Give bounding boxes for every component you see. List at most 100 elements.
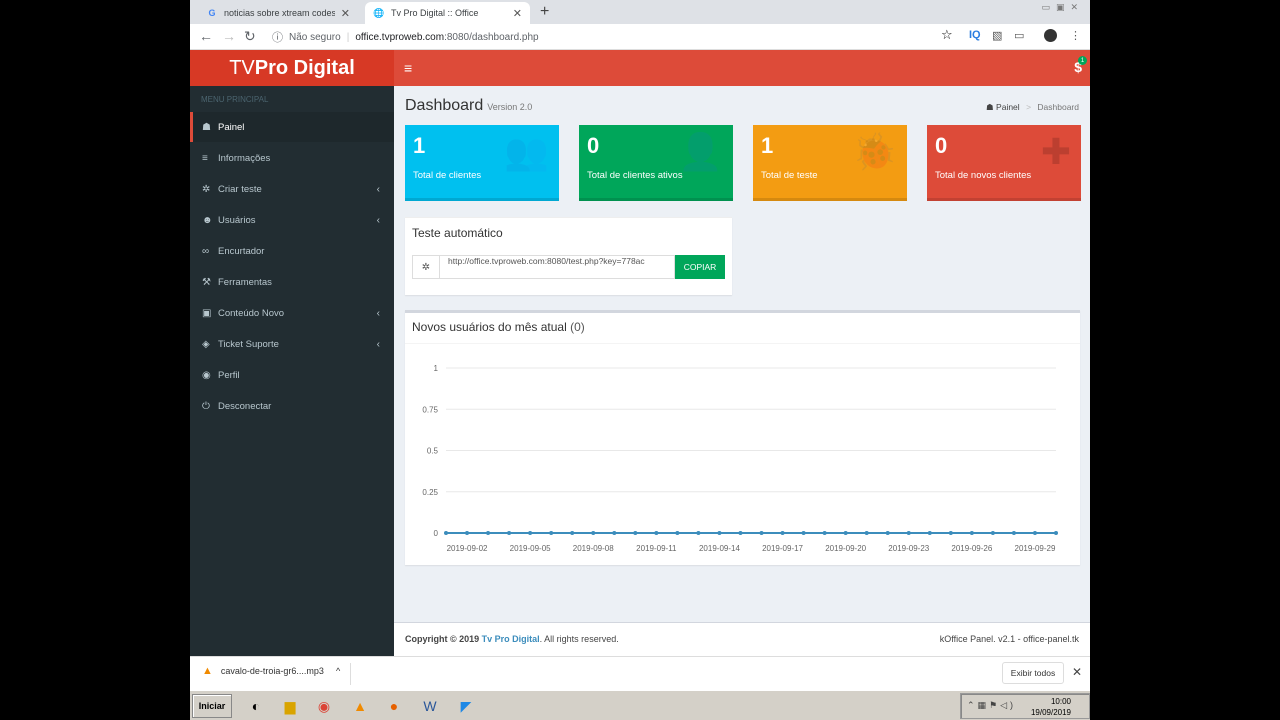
security-label: Não seguro xyxy=(289,31,341,43)
vlc-icon[interactable]: ▲ xyxy=(346,694,374,718)
footer-version: kOffice Panel. v2.1 - office-panel.tk xyxy=(939,634,1079,644)
chart-title-text: Novos usuários do mês atual xyxy=(412,320,567,334)
word-icon[interactable]: W xyxy=(416,694,444,718)
breadcrumb: ☗ Painel > Dashboard xyxy=(986,102,1079,113)
dashboard-icon: ☗ xyxy=(202,121,211,133)
hamburger-menu-icon[interactable]: ≡ xyxy=(404,60,412,76)
sidebar-item-ticket-suporte[interactable]: ◈ Ticket Suporte ‹ xyxy=(190,329,394,359)
data-point xyxy=(759,531,764,535)
page-footer: Copyright © 2019 Tv Pro Digital. All rig… xyxy=(394,622,1090,656)
tray-icons[interactable]: ⌃▦⚑◁) xyxy=(967,700,1016,711)
image-extension-icon[interactable]: ▧ xyxy=(992,29,1002,42)
sidebar-item-painel[interactable]: ☗ Painel xyxy=(190,112,394,142)
chevron-left-icon: ‹ xyxy=(376,214,380,226)
app-logo[interactable]: TV Pro Digital xyxy=(190,50,394,86)
data-point xyxy=(822,531,827,535)
stat-label: Total de clientes ativos xyxy=(587,170,683,181)
tab-noticias[interactable]: G noticias sobre xtream codes iptv - Pe … xyxy=(198,2,358,24)
sidebar-item-informacoes[interactable]: ≡ Informações xyxy=(190,143,394,173)
sidebar-item-encurtador[interactable]: ∞ Encurtador xyxy=(190,236,394,266)
footer-prefix: Copyright © 2019 xyxy=(405,634,482,644)
bug-icon: ✲ xyxy=(412,255,440,279)
data-point xyxy=(612,531,617,535)
stat-value: 0 xyxy=(935,133,948,158)
stat-box-active-clients: 0 Total de clientes ativos 👤 xyxy=(579,125,733,201)
stat-box-new-clients: 0 Total de novos clientes ✚ xyxy=(927,125,1081,201)
data-point xyxy=(969,531,974,535)
sidebar-item-perfil[interactable]: ◉ Perfil xyxy=(190,360,394,390)
users-icon: 👥 xyxy=(504,131,549,172)
close-tab-icon[interactable]: ✕ xyxy=(513,7,522,20)
data-point xyxy=(444,531,448,535)
chevron-left-icon: ‹ xyxy=(376,307,380,319)
forward-icon[interactable]: → xyxy=(222,28,236,44)
start-button[interactable]: Iniciar xyxy=(192,694,232,718)
reload-icon[interactable]: ↻ xyxy=(244,28,256,45)
chrome-icon[interactable]: ◉ xyxy=(310,694,338,718)
footer-suffix: . All rights reserved. xyxy=(539,634,619,644)
data-point xyxy=(885,531,890,535)
close-icon[interactable]: ✕ xyxy=(1072,665,1082,679)
test-url-field[interactable]: http://office.tvproweb.com:8080/test.php… xyxy=(439,255,675,279)
sidebar-item-criar-teste[interactable]: ✲ Criar teste ‹ xyxy=(190,174,394,204)
info-icon[interactable]: ⓘ xyxy=(272,29,283,45)
divider xyxy=(350,663,351,685)
clock-time: 10:00 xyxy=(1050,697,1071,706)
folder-icon[interactable]: ▆ xyxy=(276,694,304,718)
sidebar-item-desconectar[interactable]: ⏻ Desconectar xyxy=(190,391,394,421)
y-tick-label: 0.25 xyxy=(422,488,438,497)
download-item[interactable]: ▲ cavalo-de-troia-gr6....mp3 ^ xyxy=(202,665,340,677)
address-bar-row: ← → ↻ ⓘ Não seguro | office.tvproweb.com… xyxy=(190,24,1090,50)
chart-count: (0) xyxy=(570,320,585,334)
stat-label: Total de novos clientes xyxy=(935,170,1032,181)
sidebar-item-conteudo-novo[interactable]: ▣ Conteúdo Novo ‹ xyxy=(190,298,394,328)
show-all-button[interactable]: Exibir todos xyxy=(1002,662,1064,684)
firefox-icon[interactable]: ● xyxy=(380,694,408,718)
stat-value: 1 xyxy=(761,133,774,158)
ticket-icon: ◈ xyxy=(202,338,210,350)
bookmark-star-icon[interactable]: ☆ xyxy=(941,27,953,43)
vlc-icon: ▲ xyxy=(202,665,213,677)
data-point xyxy=(465,531,470,535)
stat-value: 1 xyxy=(413,133,426,158)
iq-extension-icon[interactable]: IQ xyxy=(969,29,981,41)
line-chart: 0 0.25 0.5 0.75 1 2019-09-02 2019-09-05 2019-09… xyxy=(422,364,1058,553)
x-tick-label: 2019-09-26 xyxy=(951,544,992,553)
back-icon[interactable]: ← xyxy=(199,28,213,44)
footer-brand-link[interactable]: Tv Pro Digital xyxy=(482,634,540,644)
menu-kebab-icon[interactable]: ⋮ xyxy=(1070,29,1081,42)
sidebar-item-usuarios[interactable]: ☻ Usuários ‹ xyxy=(190,205,394,235)
system-tray: ⌃▦⚑◁) 10:00 19/09/2019 xyxy=(960,693,1090,719)
cast-extension-icon[interactable]: ▭ xyxy=(1014,29,1024,42)
url-field[interactable]: ⓘ Não seguro | office.tvproweb.com :8080… xyxy=(272,27,962,47)
dashboard-icon: ☗ xyxy=(986,102,994,112)
tab-title: Tv Pro Digital :: Office xyxy=(391,8,479,18)
x-tick-label: 2019-09-11 xyxy=(636,544,677,553)
profile-avatar[interactable] xyxy=(1044,29,1057,42)
chevron-up-icon[interactable]: ^ xyxy=(336,666,340,676)
top-navbar: ≡ $ 1 xyxy=(394,50,1090,86)
link-icon: ∞ xyxy=(202,245,210,257)
data-point xyxy=(927,531,932,535)
data-point xyxy=(528,531,533,535)
data-point xyxy=(633,531,638,535)
copy-button[interactable]: COPIAR xyxy=(675,255,725,279)
data-point xyxy=(738,531,743,535)
tab-office[interactable]: 🌐 Tv Pro Digital :: Office ✕ xyxy=(365,2,530,24)
close-tab-icon[interactable]: ✕ xyxy=(341,7,350,20)
sidebar-item-ferramentas[interactable]: ⚒ Ferramentas xyxy=(190,267,394,297)
steam-icon[interactable]: ◐ xyxy=(242,694,270,718)
new-tab-button[interactable]: + xyxy=(540,3,549,21)
browser-window: G noticias sobre xtream codes iptv - Pe … xyxy=(190,0,1090,690)
list-icon: ≡ xyxy=(202,152,208,164)
window-controls[interactable]: ▭▣✕ xyxy=(1041,2,1084,13)
sidebar-item-label: Perfil xyxy=(218,369,240,381)
app-icon[interactable]: ◤ xyxy=(452,694,480,718)
data-point xyxy=(570,531,575,535)
sidebar-item-label: Painel xyxy=(218,121,245,133)
breadcrumb-home[interactable]: Painel xyxy=(996,102,1020,112)
data-point xyxy=(696,531,701,535)
logo-bold-text: Pro Digital xyxy=(254,56,355,79)
data-point xyxy=(591,531,596,535)
data-point xyxy=(843,531,848,535)
